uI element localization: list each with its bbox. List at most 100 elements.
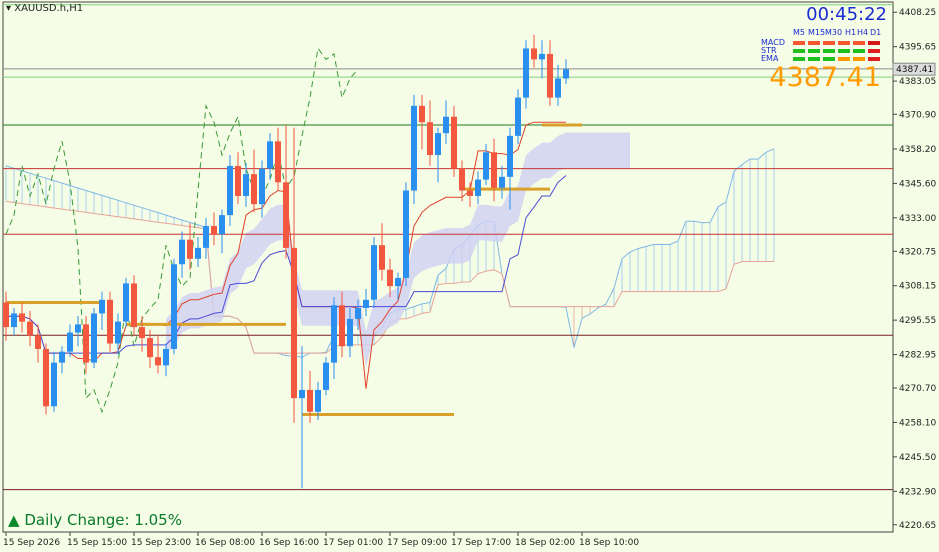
row-label-ema: EMA bbox=[761, 54, 779, 63]
candle-body bbox=[163, 348, 169, 366]
candle-body bbox=[387, 269, 393, 287]
candle-body bbox=[515, 97, 521, 136]
candle-body bbox=[411, 105, 417, 191]
candle-body bbox=[11, 313, 17, 328]
candles bbox=[3, 34, 569, 489]
candle-body bbox=[171, 264, 177, 349]
y-tick-label: 4383.05 bbox=[899, 77, 936, 87]
tf-d1: D1 bbox=[870, 28, 882, 37]
x-tick-label: 16 Sep 08:00 bbox=[195, 538, 255, 548]
tf-m15: M15 bbox=[808, 28, 826, 37]
y-tick-label: 4295.55 bbox=[899, 316, 936, 326]
tf-h4: H4 bbox=[857, 28, 869, 37]
candle-body bbox=[59, 351, 65, 363]
x-tick-label: 16 Sep 16:00 bbox=[259, 538, 319, 548]
candle-body bbox=[499, 176, 505, 188]
candle-body bbox=[51, 362, 57, 407]
candle-body bbox=[291, 247, 297, 399]
candle-body bbox=[547, 53, 553, 98]
y-tick-label: 4308.15 bbox=[899, 282, 936, 292]
candle-body bbox=[259, 168, 265, 205]
dropdown-triangle-icon[interactable]: ▾ bbox=[6, 3, 11, 14]
tf-h1: H1 bbox=[845, 28, 857, 37]
candle-body bbox=[419, 105, 425, 123]
candle-body bbox=[443, 116, 449, 134]
candle-body bbox=[355, 307, 361, 319]
y-tick-label: 4358.20 bbox=[899, 145, 936, 155]
candle-body bbox=[275, 141, 281, 183]
candle-body bbox=[507, 135, 513, 177]
chart-window: 4408.25 4395.65 4383.05 4370.90 4358.20 4345.… bbox=[0, 0, 939, 552]
candle-body bbox=[179, 239, 185, 265]
candle-body bbox=[363, 299, 369, 308]
indicator-cell bbox=[853, 41, 865, 45]
indicator-cell bbox=[838, 41, 850, 45]
indicator-cell bbox=[838, 49, 850, 53]
y-tick-label: 4395.65 bbox=[899, 43, 936, 53]
candle-body bbox=[347, 318, 353, 347]
x-tick-label: 17 Sep 09:00 bbox=[387, 538, 447, 548]
indicator-cell bbox=[853, 49, 865, 53]
candle-body bbox=[187, 239, 193, 259]
symbol-label[interactable]: ▾ XAUUSD.h,H1 bbox=[6, 3, 83, 14]
candle-body bbox=[315, 389, 321, 412]
plot-frame bbox=[2, 1, 894, 533]
candle-body bbox=[43, 348, 49, 407]
indicator-cell bbox=[823, 41, 835, 45]
candle-body bbox=[243, 174, 249, 196]
indicator-cell bbox=[868, 57, 880, 61]
chikou-span bbox=[5, 47, 359, 414]
candle-body bbox=[99, 299, 105, 314]
candle-body bbox=[531, 48, 537, 60]
indicator-cell bbox=[808, 57, 820, 61]
candle-body bbox=[235, 165, 241, 196]
x-tick-label: 15 Sep 2026 bbox=[3, 538, 60, 548]
candle-body bbox=[219, 215, 225, 235]
indicator-cell bbox=[793, 57, 805, 61]
candle-body bbox=[459, 168, 465, 191]
candle-body bbox=[67, 332, 73, 352]
indicator-cell bbox=[868, 41, 880, 45]
candle-body bbox=[451, 116, 457, 169]
candle-body bbox=[283, 182, 289, 248]
candle-body bbox=[523, 48, 529, 98]
y-tick-label: 4345.60 bbox=[899, 179, 936, 189]
candle-body bbox=[307, 389, 313, 412]
candle-timer: 00:45:22 bbox=[806, 4, 887, 25]
candle-body bbox=[403, 190, 409, 278]
candle-body bbox=[267, 141, 273, 169]
y-tick-label: 4333.00 bbox=[899, 214, 936, 224]
x-tick-label: 18 Sep 10:00 bbox=[579, 538, 639, 548]
candle-body bbox=[107, 299, 113, 344]
candle-body bbox=[555, 78, 561, 98]
tf-m30: M30 bbox=[825, 28, 843, 37]
y-tick-label: 4232.90 bbox=[899, 487, 936, 497]
candle-body bbox=[27, 321, 33, 336]
candle-body bbox=[147, 338, 153, 358]
indicator-cell bbox=[823, 49, 835, 53]
candle-body bbox=[155, 357, 161, 366]
candle-body bbox=[483, 152, 489, 180]
candle-body bbox=[299, 389, 305, 399]
indicator-cell bbox=[793, 41, 805, 45]
tf-m5: M5 bbox=[793, 28, 805, 37]
candle-body bbox=[467, 190, 473, 196]
x-tick-label: 17 Sep 17:00 bbox=[451, 538, 511, 548]
candle-body bbox=[475, 179, 481, 196]
candle-body bbox=[427, 122, 433, 155]
candle-body bbox=[379, 245, 385, 270]
indicator-cell bbox=[853, 57, 865, 61]
up-arrow-icon: ▲ bbox=[8, 511, 20, 529]
symbol-text: XAUUSD.h,H1 bbox=[14, 3, 84, 14]
candle-body bbox=[227, 165, 233, 216]
indicator-cell bbox=[838, 57, 850, 61]
x-tick-label: 15 Sep 23:00 bbox=[131, 538, 191, 548]
x-tick-label: 15 Sep 15:00 bbox=[67, 538, 127, 548]
candle-body bbox=[91, 313, 97, 363]
daily-change: ▲ Daily Change: 1.05% bbox=[8, 511, 182, 529]
indicator-cell bbox=[793, 49, 805, 53]
candle-body bbox=[491, 152, 497, 188]
x-tick-label: 18 Sep 02:00 bbox=[515, 538, 575, 548]
indicator-cell bbox=[808, 41, 820, 45]
candle-body bbox=[75, 324, 81, 333]
